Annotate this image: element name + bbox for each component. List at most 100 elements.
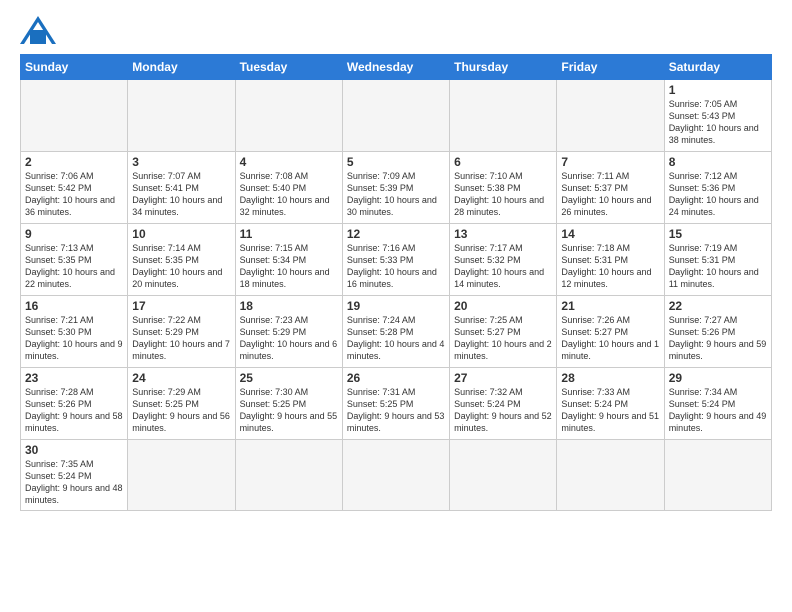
day-info: Sunrise: 7:13 AM Sunset: 5:35 PM Dayligh… [25, 242, 123, 291]
day-number: 29 [669, 371, 767, 385]
calendar-cell [21, 80, 128, 152]
day-info: Sunrise: 7:23 AM Sunset: 5:29 PM Dayligh… [240, 314, 338, 363]
day-info: Sunrise: 7:33 AM Sunset: 5:24 PM Dayligh… [561, 386, 659, 435]
calendar-cell [128, 440, 235, 511]
day-info: Sunrise: 7:05 AM Sunset: 5:43 PM Dayligh… [669, 98, 767, 147]
weekday-header-row: SundayMondayTuesdayWednesdayThursdayFrid… [21, 55, 772, 80]
calendar-row-4: 23Sunrise: 7:28 AM Sunset: 5:26 PM Dayli… [21, 368, 772, 440]
calendar-cell [557, 80, 664, 152]
calendar-cell [450, 80, 557, 152]
weekday-header-tuesday: Tuesday [235, 55, 342, 80]
calendar-cell: 19Sunrise: 7:24 AM Sunset: 5:28 PM Dayli… [342, 296, 449, 368]
calendar-cell: 11Sunrise: 7:15 AM Sunset: 5:34 PM Dayli… [235, 224, 342, 296]
calendar-row-5: 30Sunrise: 7:35 AM Sunset: 5:24 PM Dayli… [21, 440, 772, 511]
calendar-cell: 29Sunrise: 7:34 AM Sunset: 5:24 PM Dayli… [664, 368, 771, 440]
calendar-cell [664, 440, 771, 511]
weekday-header-monday: Monday [128, 55, 235, 80]
calendar-cell: 14Sunrise: 7:18 AM Sunset: 5:31 PM Dayli… [557, 224, 664, 296]
calendar-cell [557, 440, 664, 511]
day-info: Sunrise: 7:12 AM Sunset: 5:36 PM Dayligh… [669, 170, 767, 219]
day-number: 11 [240, 227, 338, 241]
calendar-cell: 26Sunrise: 7:31 AM Sunset: 5:25 PM Dayli… [342, 368, 449, 440]
calendar-cell: 18Sunrise: 7:23 AM Sunset: 5:29 PM Dayli… [235, 296, 342, 368]
calendar-cell: 13Sunrise: 7:17 AM Sunset: 5:32 PM Dayli… [450, 224, 557, 296]
day-info: Sunrise: 7:27 AM Sunset: 5:26 PM Dayligh… [669, 314, 767, 363]
day-number: 25 [240, 371, 338, 385]
day-number: 9 [25, 227, 123, 241]
calendar-row-0: 1Sunrise: 7:05 AM Sunset: 5:43 PM Daylig… [21, 80, 772, 152]
day-number: 2 [25, 155, 123, 169]
day-number: 1 [669, 83, 767, 97]
calendar-cell: 5Sunrise: 7:09 AM Sunset: 5:39 PM Daylig… [342, 152, 449, 224]
day-info: Sunrise: 7:26 AM Sunset: 5:27 PM Dayligh… [561, 314, 659, 363]
calendar-cell: 2Sunrise: 7:06 AM Sunset: 5:42 PM Daylig… [21, 152, 128, 224]
calendar-cell [450, 440, 557, 511]
day-number: 26 [347, 371, 445, 385]
day-number: 5 [347, 155, 445, 169]
day-info: Sunrise: 7:19 AM Sunset: 5:31 PM Dayligh… [669, 242, 767, 291]
calendar-row-2: 9Sunrise: 7:13 AM Sunset: 5:35 PM Daylig… [21, 224, 772, 296]
calendar-cell: 22Sunrise: 7:27 AM Sunset: 5:26 PM Dayli… [664, 296, 771, 368]
day-info: Sunrise: 7:15 AM Sunset: 5:34 PM Dayligh… [240, 242, 338, 291]
calendar-cell [342, 80, 449, 152]
day-info: Sunrise: 7:17 AM Sunset: 5:32 PM Dayligh… [454, 242, 552, 291]
weekday-header-saturday: Saturday [664, 55, 771, 80]
day-info: Sunrise: 7:07 AM Sunset: 5:41 PM Dayligh… [132, 170, 230, 219]
day-info: Sunrise: 7:16 AM Sunset: 5:33 PM Dayligh… [347, 242, 445, 291]
calendar-cell: 7Sunrise: 7:11 AM Sunset: 5:37 PM Daylig… [557, 152, 664, 224]
day-number: 8 [669, 155, 767, 169]
day-number: 22 [669, 299, 767, 313]
day-info: Sunrise: 7:35 AM Sunset: 5:24 PM Dayligh… [25, 458, 123, 507]
calendar-table: SundayMondayTuesdayWednesdayThursdayFrid… [20, 54, 772, 511]
day-info: Sunrise: 7:11 AM Sunset: 5:37 PM Dayligh… [561, 170, 659, 219]
day-info: Sunrise: 7:22 AM Sunset: 5:29 PM Dayligh… [132, 314, 230, 363]
calendar-cell: 24Sunrise: 7:29 AM Sunset: 5:25 PM Dayli… [128, 368, 235, 440]
day-number: 7 [561, 155, 659, 169]
weekday-header-thursday: Thursday [450, 55, 557, 80]
day-number: 4 [240, 155, 338, 169]
calendar-cell: 9Sunrise: 7:13 AM Sunset: 5:35 PM Daylig… [21, 224, 128, 296]
calendar-cell: 23Sunrise: 7:28 AM Sunset: 5:26 PM Dayli… [21, 368, 128, 440]
calendar-cell: 28Sunrise: 7:33 AM Sunset: 5:24 PM Dayli… [557, 368, 664, 440]
calendar-row-1: 2Sunrise: 7:06 AM Sunset: 5:42 PM Daylig… [21, 152, 772, 224]
calendar-cell: 21Sunrise: 7:26 AM Sunset: 5:27 PM Dayli… [557, 296, 664, 368]
day-info: Sunrise: 7:32 AM Sunset: 5:24 PM Dayligh… [454, 386, 552, 435]
day-number: 27 [454, 371, 552, 385]
day-number: 12 [347, 227, 445, 241]
calendar-cell: 12Sunrise: 7:16 AM Sunset: 5:33 PM Dayli… [342, 224, 449, 296]
day-number: 28 [561, 371, 659, 385]
calendar-cell: 25Sunrise: 7:30 AM Sunset: 5:25 PM Dayli… [235, 368, 342, 440]
calendar-cell: 16Sunrise: 7:21 AM Sunset: 5:30 PM Dayli… [21, 296, 128, 368]
day-number: 30 [25, 443, 123, 457]
day-number: 18 [240, 299, 338, 313]
day-info: Sunrise: 7:34 AM Sunset: 5:24 PM Dayligh… [669, 386, 767, 435]
calendar-cell [342, 440, 449, 511]
calendar-cell: 17Sunrise: 7:22 AM Sunset: 5:29 PM Dayli… [128, 296, 235, 368]
day-number: 10 [132, 227, 230, 241]
calendar-cell: 8Sunrise: 7:12 AM Sunset: 5:36 PM Daylig… [664, 152, 771, 224]
calendar-cell [128, 80, 235, 152]
day-info: Sunrise: 7:09 AM Sunset: 5:39 PM Dayligh… [347, 170, 445, 219]
day-info: Sunrise: 7:24 AM Sunset: 5:28 PM Dayligh… [347, 314, 445, 363]
calendar-cell: 10Sunrise: 7:14 AM Sunset: 5:35 PM Dayli… [128, 224, 235, 296]
day-number: 3 [132, 155, 230, 169]
day-number: 21 [561, 299, 659, 313]
day-number: 16 [25, 299, 123, 313]
day-info: Sunrise: 7:31 AM Sunset: 5:25 PM Dayligh… [347, 386, 445, 435]
calendar-cell: 6Sunrise: 7:10 AM Sunset: 5:38 PM Daylig… [450, 152, 557, 224]
day-number: 19 [347, 299, 445, 313]
calendar-cell: 30Sunrise: 7:35 AM Sunset: 5:24 PM Dayli… [21, 440, 128, 511]
day-info: Sunrise: 7:30 AM Sunset: 5:25 PM Dayligh… [240, 386, 338, 435]
weekday-header-sunday: Sunday [21, 55, 128, 80]
day-info: Sunrise: 7:25 AM Sunset: 5:27 PM Dayligh… [454, 314, 552, 363]
header [20, 16, 772, 44]
day-info: Sunrise: 7:06 AM Sunset: 5:42 PM Dayligh… [25, 170, 123, 219]
calendar-cell: 3Sunrise: 7:07 AM Sunset: 5:41 PM Daylig… [128, 152, 235, 224]
calendar-cell: 27Sunrise: 7:32 AM Sunset: 5:24 PM Dayli… [450, 368, 557, 440]
weekday-header-friday: Friday [557, 55, 664, 80]
day-info: Sunrise: 7:14 AM Sunset: 5:35 PM Dayligh… [132, 242, 230, 291]
calendar-cell [235, 440, 342, 511]
logo [20, 16, 60, 44]
day-number: 20 [454, 299, 552, 313]
day-info: Sunrise: 7:08 AM Sunset: 5:40 PM Dayligh… [240, 170, 338, 219]
